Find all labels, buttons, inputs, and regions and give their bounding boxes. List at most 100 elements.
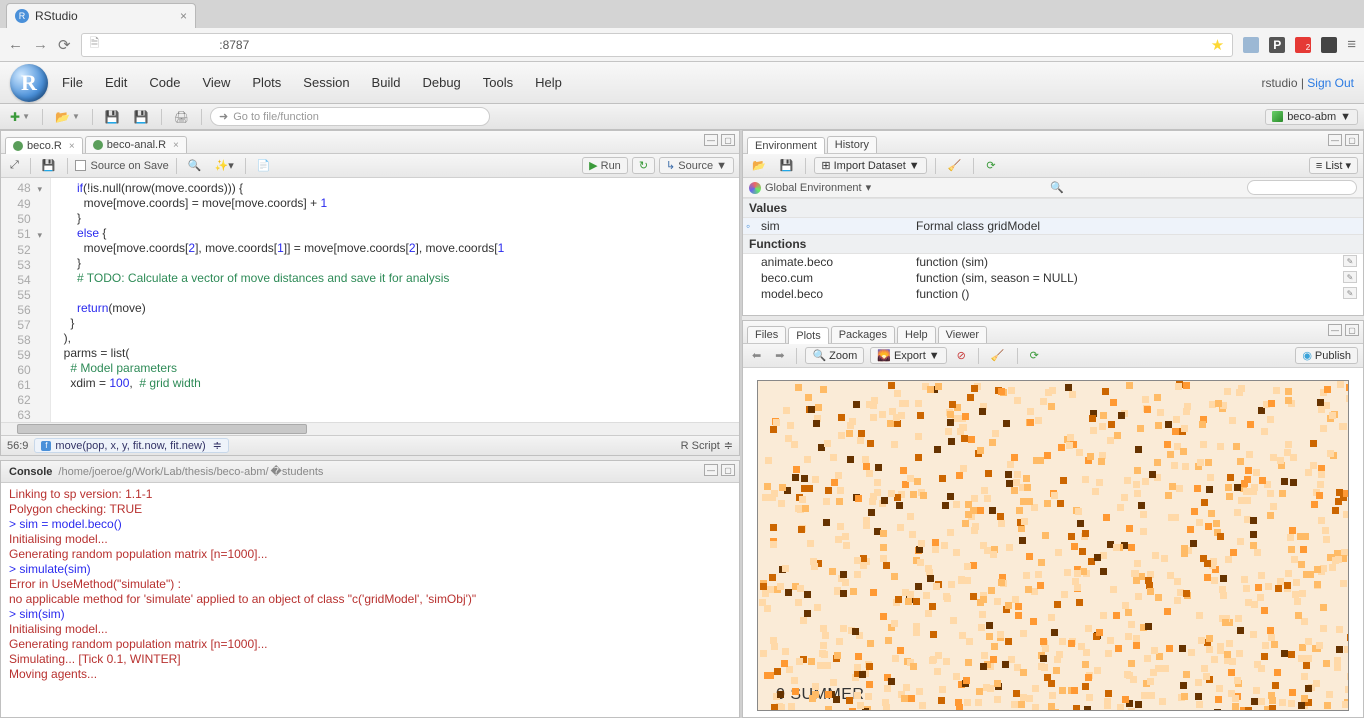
project-icon — [1272, 111, 1283, 122]
env-function-row[interactable]: beco.cumfunction (sim, season = NULL)✎ — [743, 270, 1363, 286]
menu-plots[interactable]: Plots — [252, 75, 281, 90]
back-icon[interactable]: ← — [8, 36, 23, 53]
browser-tab-title: RStudio — [35, 9, 78, 23]
minimize-pane-icon[interactable]: — — [1328, 324, 1342, 336]
source-statusbar: 56:9 fmove(pop, x, y, fit.now, fit.new)≑… — [1, 435, 739, 455]
clear-plots-button[interactable]: 🧹 — [987, 348, 1009, 363]
extension-icon[interactable] — [1321, 37, 1337, 53]
close-icon[interactable]: × — [69, 141, 75, 152]
compile-button[interactable]: 📄 — [253, 158, 275, 173]
rstudio-favicon: R — [15, 9, 29, 23]
save-workspace-button[interactable]: 💾 — [776, 158, 798, 173]
file-type-label[interactable]: R Script — [681, 440, 720, 452]
maximize-pane-icon[interactable]: ▢ — [721, 134, 735, 146]
tab-history[interactable]: History — [827, 136, 877, 153]
minimize-pane-icon[interactable]: — — [1328, 134, 1342, 146]
menu-file[interactable]: File — [62, 75, 83, 90]
env-value-row[interactable]: ◦simFormal class gridModel — [743, 218, 1363, 234]
project-selector[interactable]: beco-abm ▼ — [1265, 109, 1358, 125]
refresh-plot-button[interactable]: ⟳ — [1026, 348, 1043, 363]
menu-debug[interactable]: Debug — [422, 75, 460, 90]
open-file-button[interactable]: 📂▼ — [51, 109, 84, 125]
console-title: Console — [9, 466, 52, 478]
tab-plots[interactable]: Plots — [788, 327, 828, 344]
prev-plot-button[interactable]: ⬅ — [748, 348, 765, 363]
export-button[interactable]: 🌄 Export▼ — [870, 347, 946, 364]
url-bar[interactable]: 🗎 :8787 ★ — [81, 33, 1234, 57]
bookmark-star-icon[interactable]: ★ — [1211, 36, 1224, 54]
maximize-pane-icon[interactable]: ▢ — [721, 464, 735, 476]
console-output[interactable]: Linking to sp version: 1.1-1Polygon chec… — [1, 483, 739, 717]
menu-build[interactable]: Build — [372, 75, 401, 90]
load-workspace-button[interactable]: 📂 — [748, 158, 770, 173]
source-tab[interactable]: beco-anal.R× — [85, 136, 187, 153]
save-all-button[interactable]: 💾 — [130, 109, 153, 125]
maximize-pane-icon[interactable]: ▢ — [1345, 324, 1359, 336]
refresh-button[interactable]: ⟳ — [982, 158, 999, 173]
edit-icon[interactable]: ✎ — [1343, 287, 1357, 299]
tab-packages[interactable]: Packages — [831, 326, 895, 343]
remove-plot-button[interactable]: ⊘ — [953, 348, 970, 363]
extension-icon[interactable] — [1243, 37, 1259, 53]
sign-out-link[interactable]: Sign Out — [1307, 76, 1354, 90]
menu-tools[interactable]: Tools — [483, 75, 513, 90]
menu-edit[interactable]: Edit — [105, 75, 127, 90]
close-icon[interactable]: × — [173, 140, 179, 151]
zoom-button[interactable]: 🔍 Zoom — [805, 347, 864, 364]
tab-environment[interactable]: Environment — [747, 137, 825, 154]
next-plot-button[interactable]: ➡ — [771, 348, 788, 363]
browser-toolbar: ← → ⟳ 🗎 :8787 ★ P 2 ≡ — [0, 28, 1364, 62]
page-icon: 🗎 — [90, 34, 100, 55]
wand-button[interactable]: ✨▾ — [211, 158, 238, 173]
source-on-save-checkbox[interactable] — [75, 160, 86, 171]
tab-help[interactable]: Help — [897, 326, 936, 343]
environment-search-input[interactable] — [1247, 180, 1357, 195]
maximize-pane-icon[interactable]: ▢ — [1345, 134, 1359, 146]
env-function-row[interactable]: animate.becofunction (sim)✎ — [743, 254, 1363, 270]
popout-button[interactable]: ⤢ — [6, 158, 23, 173]
horizontal-scrollbar[interactable] — [1, 422, 739, 435]
tab-viewer[interactable]: Viewer — [938, 326, 987, 343]
source-toolbar: ⤢ 💾 Source on Save 🔍 ✨▾ 📄 ▶Run ↻ ↳Source… — [1, 154, 739, 178]
clear-workspace-button[interactable]: 🧹 — [944, 158, 966, 173]
view-mode-button[interactable]: ≡ List▾ — [1309, 157, 1358, 174]
new-file-button[interactable]: ✚▼ — [6, 109, 34, 125]
extension-icon[interactable]: 2 — [1295, 37, 1311, 53]
close-icon[interactable]: × — [180, 9, 187, 23]
minimize-pane-icon[interactable]: — — [704, 134, 718, 146]
extension-icon[interactable]: P — [1269, 37, 1285, 53]
print-button[interactable]: 🖨 — [170, 109, 193, 125]
browser-tab[interactable]: R RStudio × — [6, 3, 196, 28]
goto-file-input[interactable]: ➜Go to file/function — [210, 107, 490, 126]
save-button[interactable]: 💾 — [38, 158, 60, 173]
publish-button[interactable]: ◉ Publish — [1295, 347, 1358, 364]
path-browse-icon[interactable]: �students — [271, 465, 324, 478]
rstudio-menubar: R FileEditCodeViewPlotsSessionBuildDebug… — [0, 62, 1364, 104]
env-function-row[interactable]: model.becofunction ()✎ — [743, 286, 1363, 302]
user-name: rstudio — [1261, 76, 1297, 90]
plots-tabstrip: FilesPlotsPackagesHelpViewer —▢ — [743, 321, 1363, 344]
tab-files[interactable]: Files — [747, 326, 786, 343]
edit-icon[interactable]: ✎ — [1343, 271, 1357, 283]
minimize-pane-icon[interactable]: — — [704, 464, 718, 476]
menu-help[interactable]: Help — [535, 75, 562, 90]
forward-icon[interactable]: → — [33, 36, 48, 53]
reload-icon[interactable]: ⟳ — [58, 36, 71, 54]
code-editor[interactable]: 48 ▾49 50 51 ▾52 53 54 55 56 57 58 59 60… — [1, 178, 739, 422]
rerun-button[interactable]: ↻ — [632, 157, 655, 174]
menu-session[interactable]: Session — [303, 75, 349, 90]
source-button[interactable]: ↳Source▼ — [659, 157, 734, 174]
save-button[interactable]: 💾 — [101, 109, 124, 125]
run-button[interactable]: ▶Run — [582, 157, 628, 174]
find-button[interactable]: 🔍 — [184, 158, 206, 173]
menu-code[interactable]: Code — [149, 75, 180, 90]
rstudio-toolbar: ✚▼ 📂▼ 💾 💾 🖨 ➜Go to file/function beco-ab… — [0, 104, 1364, 130]
menu-icon[interactable]: ≡ — [1347, 36, 1356, 53]
source-tab[interactable]: beco.R× — [5, 137, 83, 154]
edit-icon[interactable]: ✎ — [1343, 255, 1357, 267]
scope-crumb[interactable]: fmove(pop, x, y, fit.now, fit.new)≑ — [34, 438, 228, 453]
menu-view[interactable]: View — [202, 75, 230, 90]
import-dataset-button[interactable]: ⊞Import Dataset▼ — [814, 157, 926, 174]
scope-selector[interactable]: Global Environment — [765, 182, 862, 194]
environment-list[interactable]: Values◦simFormal class gridModelFunction… — [743, 198, 1363, 315]
